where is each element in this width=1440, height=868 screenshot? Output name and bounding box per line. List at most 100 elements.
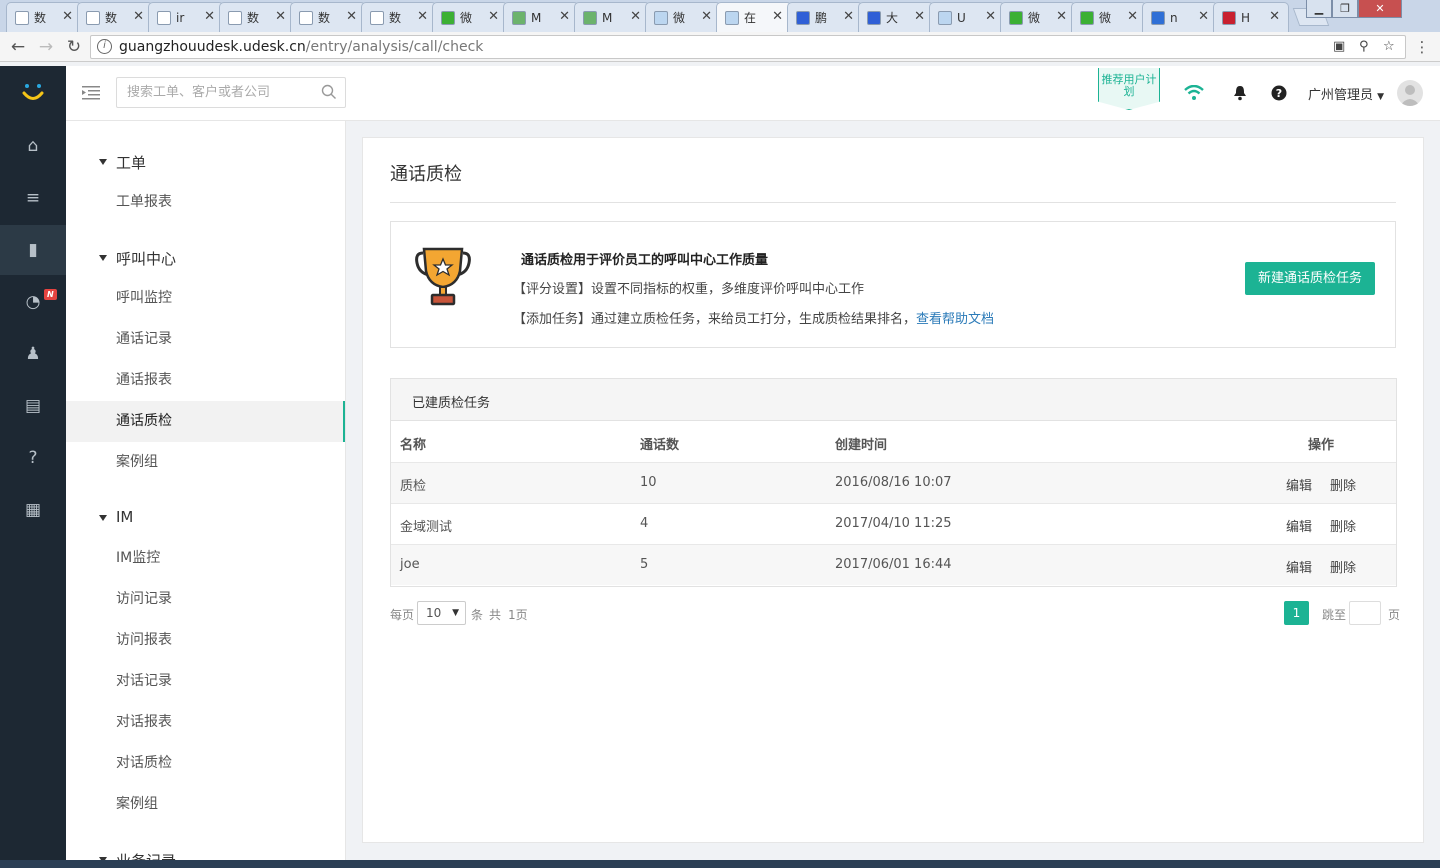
edit-button[interactable]: 编辑 [1286, 516, 1312, 535]
tab-close-icon[interactable]: ✕ [346, 9, 357, 24]
bookmark-star-icon[interactable]: ☆ [1383, 39, 1395, 54]
site-info-icon[interactable]: i [97, 39, 112, 54]
forward-icon[interactable]: → [36, 37, 56, 57]
browser-tab[interactable]: 微 ✕ [1071, 2, 1147, 32]
browser-tab[interactable]: 数 ✕ [6, 2, 82, 32]
user-menu[interactable]: 广州管理员 ▼ [1308, 84, 1384, 103]
app-nav-item[interactable]: ▤ [0, 381, 66, 431]
app-nav-item[interactable]: ? [0, 433, 66, 483]
browser-tab[interactable]: M ✕ [503, 2, 579, 32]
sidebar-item[interactable]: 案例组 [66, 784, 345, 825]
sidebar-group-title[interactable]: IM [116, 508, 133, 526]
browser-tab[interactable]: 微 ✕ [645, 2, 721, 32]
browser-tab[interactable]: 微 ✕ [432, 2, 508, 32]
sidebar-item[interactable]: 呼叫监控 [66, 278, 345, 319]
url-text[interactable]: guangzhouudesk.udesk.cn/entry/analysis/c… [119, 39, 483, 55]
sidebar-item[interactable]: IM监控 [66, 538, 345, 579]
sidebar-item[interactable]: 访问记录 [66, 579, 345, 620]
tab-close-icon[interactable]: ✕ [1056, 9, 1067, 24]
browser-tab[interactable]: 数 ✕ [290, 2, 366, 32]
tab-close-icon[interactable]: ✕ [204, 9, 215, 24]
new-badge: N [44, 289, 57, 300]
back-icon[interactable]: ← [8, 37, 28, 57]
tab-close-icon[interactable]: ✕ [133, 9, 144, 24]
browser-tab[interactable]: 数 ✕ [219, 2, 295, 32]
sidebar-item[interactable]: 访问报表 [66, 620, 345, 661]
close-window-button[interactable]: ✕ [1358, 0, 1402, 18]
reload-icon[interactable]: ↻ [64, 37, 84, 57]
caret-down-icon[interactable] [99, 255, 107, 261]
delete-button[interactable]: 删除 [1330, 557, 1356, 576]
url-bar[interactable]: i guangzhouudesk.udesk.cn/entry/analysis… [90, 35, 1406, 59]
app-nav-item[interactable]: ≡ [0, 173, 66, 223]
browser-tab[interactable]: U ✕ [929, 2, 1005, 32]
edit-button[interactable]: 编辑 [1286, 475, 1312, 494]
browser-tab[interactable]: 数 ✕ [361, 2, 437, 32]
search-icon[interactable] [321, 84, 337, 100]
tab-close-icon[interactable]: ✕ [772, 9, 783, 24]
sidebar-item[interactable]: 对话记录 [66, 661, 345, 702]
sidebar-item[interactable]: 工单报表 [66, 182, 345, 223]
book-icon: ▤ [24, 396, 42, 416]
browser-tab[interactable]: 微 ✕ [1000, 2, 1076, 32]
baidu-icon [867, 10, 881, 25]
browser-tab[interactable]: n ✕ [1142, 2, 1218, 32]
app-nav-item[interactable]: ♟ [0, 329, 66, 379]
tab-close-icon[interactable]: ✕ [417, 9, 428, 24]
delete-button[interactable]: 删除 [1330, 475, 1356, 494]
recommend-plan-badge[interactable]: 推荐用户计划 [1098, 68, 1160, 110]
browser-tab[interactable]: M ✕ [574, 2, 650, 32]
app-nav-item[interactable]: ⌂ [0, 121, 66, 171]
maximize-window-button[interactable]: ❐ [1332, 0, 1358, 18]
tab-close-icon[interactable]: ✕ [275, 9, 286, 24]
tab-close-icon[interactable]: ✕ [1127, 9, 1138, 24]
browser-tab[interactable]: 大 ✕ [858, 2, 934, 32]
delete-button[interactable]: 删除 [1330, 516, 1356, 535]
page-button-current[interactable]: 1 [1284, 601, 1309, 625]
tab-close-icon[interactable]: ✕ [62, 9, 73, 24]
tab-close-icon[interactable]: ✕ [488, 9, 499, 24]
sidebar-item[interactable]: 对话报表 [66, 702, 345, 743]
search-input[interactable] [117, 78, 307, 107]
help-doc-link[interactable]: 查看帮助文档 [916, 312, 994, 327]
tab-close-icon[interactable]: ✕ [630, 9, 641, 24]
tab-close-icon[interactable]: ✕ [985, 9, 996, 24]
help-icon[interactable]: ? [1269, 83, 1289, 103]
tab-close-icon[interactable]: ✕ [701, 9, 712, 24]
bell-icon[interactable] [1230, 83, 1250, 103]
tab-close-icon[interactable]: ✕ [914, 9, 925, 24]
tab-close-icon[interactable]: ✕ [1269, 9, 1280, 24]
jump-page-input[interactable] [1349, 601, 1381, 625]
browser-tab[interactable]: 数 ✕ [77, 2, 153, 32]
app-nav-item[interactable]: ◔ N [0, 277, 66, 327]
sidebar-item[interactable]: 通话记录 [66, 319, 345, 360]
cast-icon[interactable]: ▣ [1333, 39, 1345, 54]
browser-menu-icon[interactable]: ⋮ [1412, 37, 1432, 57]
tab-close-icon[interactable]: ✕ [843, 9, 854, 24]
browser-tab[interactable]: 在 ✕ [716, 2, 792, 32]
sidebar-item[interactable]: 通话报表 [66, 360, 345, 401]
caret-down-icon[interactable] [99, 515, 107, 521]
sidebar-group-title[interactable]: 工单 [116, 152, 146, 173]
tab-title: 在 [744, 11, 757, 25]
avatar[interactable] [1397, 80, 1423, 106]
create-check-task-button[interactable]: 新建通话质检任务 [1245, 262, 1375, 295]
sidebar-group-title[interactable]: 呼叫中心 [116, 248, 176, 269]
browser-tab[interactable]: H ✕ [1213, 2, 1289, 32]
app-nav-item[interactable]: ▮ [0, 225, 66, 275]
browser-tab[interactable]: 鹏 ✕ [787, 2, 863, 32]
tab-close-icon[interactable]: ✕ [559, 9, 570, 24]
caret-down-icon[interactable] [99, 159, 107, 165]
wifi-icon[interactable] [1184, 83, 1204, 103]
sidebar-item[interactable]: 通话质检 [66, 401, 345, 442]
browser-tab[interactable]: ir ✕ [148, 2, 224, 32]
sidebar-item[interactable]: 案例组 [66, 442, 345, 483]
minimize-window-button[interactable]: ▁ [1306, 0, 1332, 18]
menu-collapse-icon[interactable] [82, 85, 100, 101]
edit-button[interactable]: 编辑 [1286, 557, 1312, 576]
extension-icon[interactable]: ⚲ [1359, 39, 1369, 54]
tab-close-icon[interactable]: ✕ [1198, 9, 1209, 24]
sidebar-item[interactable]: 对话质检 [66, 743, 345, 784]
per-page-select[interactable]: 10 ▼ [417, 601, 466, 625]
app-nav-item[interactable]: ▦ [0, 485, 66, 535]
